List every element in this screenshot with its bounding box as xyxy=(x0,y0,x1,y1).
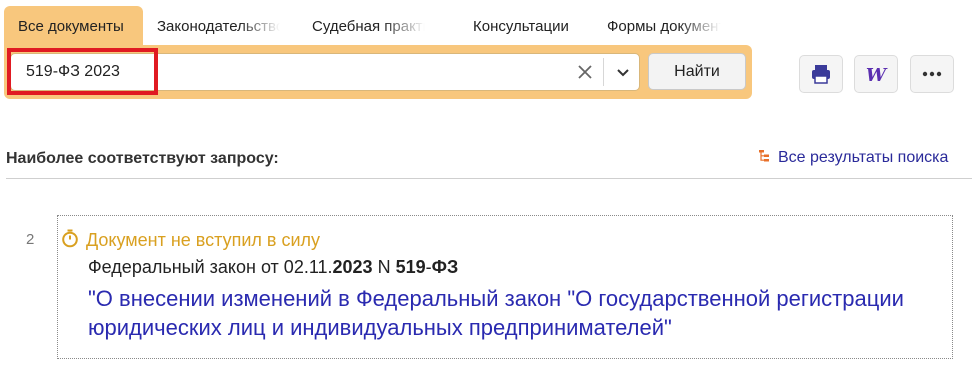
clear-icon[interactable] xyxy=(573,60,597,84)
svg-text:W: W xyxy=(866,65,888,86)
tab-court-practice[interactable]: Судебная практика xyxy=(280,6,425,48)
printer-icon xyxy=(812,65,830,84)
tab-all-documents[interactable]: Все документы xyxy=(4,6,143,48)
query-highlight-frame xyxy=(7,48,158,95)
document-status: Документ не вступил в силу xyxy=(60,228,320,251)
word-icon: W xyxy=(866,65,888,86)
document-type-tabs: Все документы Законодательство Судебная … xyxy=(4,6,721,48)
search-divider xyxy=(603,58,604,86)
document-title-link[interactable]: "О внесении изменений в Федеральный зако… xyxy=(88,284,938,342)
results-tree-icon xyxy=(759,150,769,162)
section-divider xyxy=(6,178,972,179)
meta-mid: N xyxy=(372,257,396,277)
results-heading: Наиболее соответствуют запросу: xyxy=(6,150,279,167)
tab-consultations[interactable]: Консультации xyxy=(425,6,579,48)
tab-document-forms[interactable]: Формы документов xyxy=(579,6,721,48)
result-number: 2 xyxy=(26,231,35,248)
more-icon xyxy=(922,71,942,77)
meta-prefix: Федеральный закон от 02.11. xyxy=(88,257,333,277)
document-status-text: Документ не вступил в силу xyxy=(86,230,321,250)
meta-number: 519 xyxy=(395,257,426,277)
document-meta: Федеральный закон от 02.11.2023 N 519-ФЗ xyxy=(88,257,458,278)
meta-fz: ФЗ xyxy=(431,257,459,277)
stopwatch-icon xyxy=(62,229,78,248)
all-results-label: Все результаты поиска xyxy=(778,149,949,166)
all-results-link[interactable]: Все результаты поиска xyxy=(758,149,948,167)
more-button[interactable] xyxy=(910,55,954,93)
export-word-button[interactable]: W xyxy=(854,55,898,93)
tab-legislation[interactable]: Законодательство xyxy=(143,6,280,48)
find-button[interactable]: Найти xyxy=(648,53,746,90)
chevron-down-icon[interactable] xyxy=(611,60,635,84)
print-button[interactable] xyxy=(799,55,843,93)
meta-year: 2023 xyxy=(332,257,373,277)
